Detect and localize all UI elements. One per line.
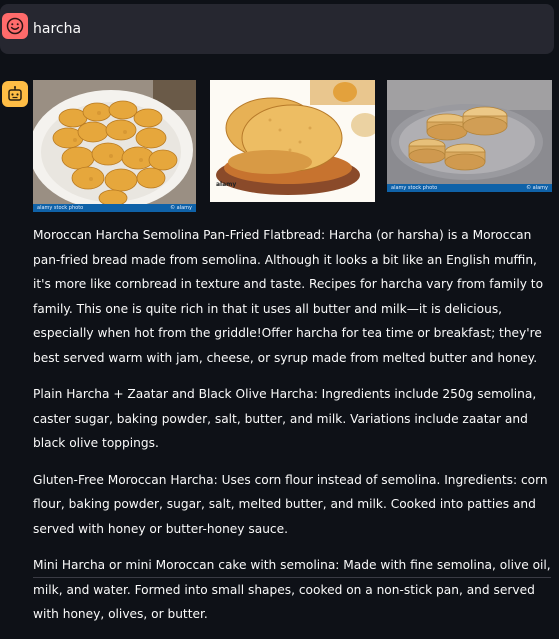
image-watermark-right: © alamy (526, 185, 548, 191)
user-avatar-icon (2, 13, 28, 39)
image-watermark-left: alamy stock photo (391, 185, 438, 191)
assistant-avatar-icon (2, 81, 28, 107)
user-message: harcha (0, 4, 554, 54)
response-paragraph: Plain Harcha + Zaatar and Black Olive Ha… (33, 387, 537, 450)
image-watermark-right: © alamy (170, 205, 192, 211)
image-watermark-left: alamy stock photo (37, 205, 84, 211)
divider (33, 577, 551, 578)
response-paragraph: Gluten-Free Moroccan Harcha: Uses corn f… (33, 472, 548, 536)
image-logo: alamy (216, 181, 237, 188)
harcha-image-1[interactable]: alamy stock photo © alamy (33, 80, 196, 212)
harcha-image-2[interactable]: alamy (210, 80, 375, 202)
response-paragraph: Moroccan Harcha Semolina Pan-Fried Flatb… (33, 228, 544, 365)
user-message-text: harcha (33, 21, 82, 37)
response-paragraph: Mini Harcha or mini Moroccan cake with s… (33, 558, 551, 621)
harcha-image-3[interactable]: alamy stock photo © alamy (387, 80, 552, 192)
